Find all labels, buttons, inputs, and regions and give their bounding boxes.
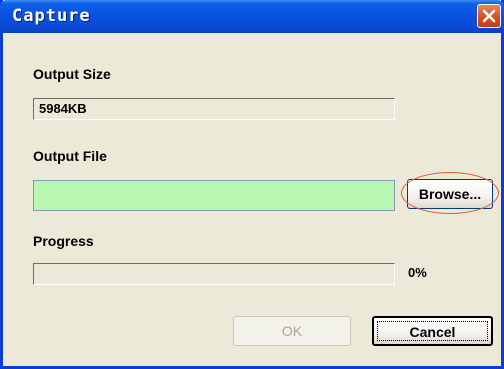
close-button[interactable] — [477, 4, 501, 28]
progress-label: Progress — [33, 233, 94, 249]
progress-bar — [33, 263, 395, 285]
cancel-label: Cancel — [409, 324, 456, 340]
title-bar[interactable]: Capture — [0, 0, 504, 33]
cancel-button[interactable]: Cancel — [372, 316, 493, 346]
progress-percent: 0% — [408, 265, 427, 280]
output-file-input[interactable] — [34, 181, 394, 210]
output-size-box: 5984KB — [33, 98, 395, 120]
browse-button[interactable]: Browse... — [407, 179, 493, 209]
output-size-value: 5984KB — [39, 101, 87, 116]
output-file-field[interactable] — [33, 180, 395, 211]
ok-button[interactable]: OK — [233, 316, 351, 346]
capture-dialog: Capture Output Size 5984KB Output File B… — [0, 0, 504, 369]
close-icon — [482, 9, 496, 23]
output-size-label: Output Size — [33, 66, 111, 82]
output-file-label: Output File — [33, 148, 107, 164]
window-title: Capture — [12, 6, 91, 26]
